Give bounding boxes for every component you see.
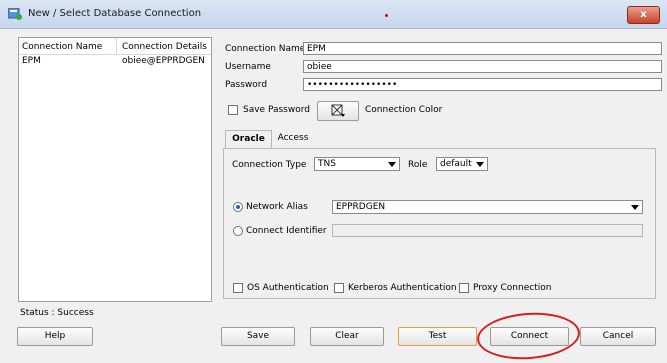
connect-identifier-radio[interactable]	[233, 226, 243, 236]
chevron-down-icon	[476, 162, 484, 167]
connection-name-label: Connection Name	[225, 44, 306, 54]
connect-identifier-label: Connect Identifier	[246, 226, 327, 236]
kerberos-authentication-label: Kerberos Authentication	[348, 283, 457, 293]
close-button[interactable]: x	[627, 6, 660, 24]
username-field[interactable]: obiee	[303, 60, 662, 73]
red-dot-mark	[385, 14, 388, 17]
column-header-connection-name[interactable]: Connection Name	[22, 42, 102, 52]
connection-name-cell: EPM	[22, 56, 41, 66]
tab-oracle[interactable]: Oracle	[225, 130, 272, 149]
cancel-button[interactable]: Cancel	[580, 327, 656, 346]
tab-access[interactable]: Access	[274, 130, 312, 149]
chevron-down-icon	[631, 205, 639, 210]
connection-name-field[interactable]: EPM	[303, 42, 662, 55]
proxy-connection-label: Proxy Connection	[473, 283, 552, 293]
os-authentication-label: OS Authentication	[247, 283, 329, 293]
connect-identifier-field[interactable]	[332, 224, 643, 237]
connection-details-cell: obiee@EPPRDGEN	[122, 56, 205, 66]
network-alias-dropdown[interactable]: EPPRDGEN	[332, 200, 643, 214]
database-app-icon	[8, 8, 22, 20]
username-label: Username	[225, 62, 271, 72]
connection-type-label: Connection Type	[232, 160, 307, 170]
status-text: Status : Success	[20, 308, 94, 318]
chevron-down-icon	[388, 162, 396, 167]
proxy-connection-checkbox[interactable]	[459, 283, 469, 293]
network-alias-radio[interactable]	[233, 202, 243, 212]
role-value: default	[440, 159, 472, 169]
clear-button[interactable]: Clear	[310, 327, 384, 346]
help-button[interactable]: Help	[17, 327, 93, 346]
os-authentication-checkbox[interactable]	[233, 283, 243, 293]
network-alias-label: Network Alias	[246, 202, 308, 212]
test-button[interactable]: Test	[398, 327, 477, 346]
kerberos-authentication-checkbox[interactable]	[334, 283, 344, 293]
password-label: Password	[225, 80, 268, 90]
role-dropdown[interactable]: default	[436, 157, 488, 171]
connection-type-value: TNS	[318, 159, 336, 169]
connection-color-button[interactable]	[317, 101, 359, 121]
dialog-window: New / Select Database Connection x Conne…	[0, 0, 667, 363]
password-field[interactable]: •••••••••••••••••	[303, 78, 662, 91]
network-alias-value: EPPRDGEN	[336, 202, 386, 212]
column-header-connection-details[interactable]: Connection Details	[122, 42, 207, 52]
table-row[interactable]: EPM obiee@EPPRDGEN	[19, 55, 211, 67]
annotation-circle	[475, 309, 582, 363]
column-separator	[116, 38, 117, 54]
save-button[interactable]: Save	[221, 327, 295, 346]
save-password-checkbox[interactable]	[228, 105, 238, 115]
window-title: New / Select Database Connection	[28, 8, 202, 19]
connection-color-label: Connection Color	[365, 105, 443, 115]
connection-type-dropdown[interactable]: TNS	[314, 157, 400, 171]
title-bar: New / Select Database Connection x	[0, 0, 667, 29]
connections-table[interactable]: Connection Name Connection Details EPM o…	[18, 37, 212, 302]
color-picker-icon	[331, 104, 345, 117]
save-password-label: Save Password	[243, 105, 310, 115]
role-label: Role	[408, 160, 428, 170]
